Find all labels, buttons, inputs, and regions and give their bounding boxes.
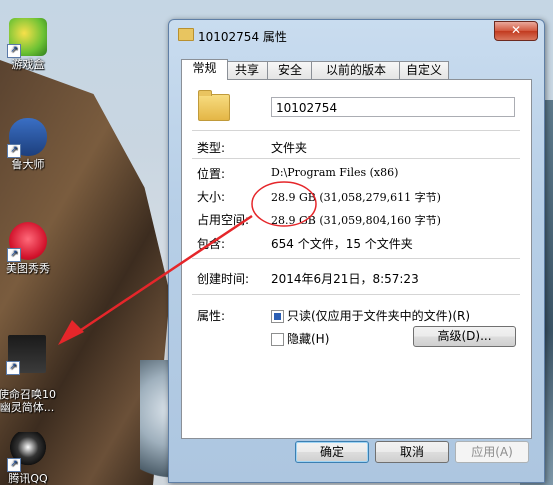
tab-general[interactable]: 常规 — [181, 59, 228, 80]
attributes-label: 属性: — [197, 309, 226, 323]
meitu-icon: ↗ — [7, 222, 47, 262]
desktop-icon-cod-ghosts[interactable]: ↗ 使命召唤10 幽灵简体... — [0, 322, 60, 427]
type-value: 文件夹 — [271, 141, 308, 155]
readonly-checkbox[interactable] — [271, 310, 284, 323]
desktop-icon-label: 鲁大师 — [11, 158, 45, 171]
contains-label: 包含: — [197, 237, 226, 251]
ok-button[interactable]: 确定 — [295, 441, 369, 463]
hidden-label[interactable]: 隐藏(H) — [287, 330, 329, 347]
desktop-icon-meitu[interactable]: ↗ 美图秀秀 — [0, 222, 58, 275]
tab-previous-versions[interactable]: 以前的版本 — [311, 61, 401, 79]
shortcut-arrow-icon: ↗ — [7, 248, 21, 262]
location-label: 位置: — [197, 167, 226, 181]
title-bar[interactable]: 10102754 属性 ✕ — [169, 20, 544, 50]
desktop-icon-qq[interactable]: ↗ 腾讯QQ — [0, 432, 58, 485]
window-title: 10102754 属性 — [198, 30, 287, 44]
divider — [192, 158, 520, 159]
apply-button[interactable]: 应用(A) — [455, 441, 529, 463]
desktop-icon-label: 使命召唤10 幽灵简体... — [0, 388, 56, 414]
tab-sharing[interactable]: 共享 — [225, 61, 269, 79]
tab-customize[interactable]: 自定义 — [399, 61, 449, 79]
divider — [192, 130, 520, 131]
readonly-label[interactable]: 只读(仅应用于文件夹中的文件)(R) — [287, 307, 470, 324]
advanced-button[interactable]: 高级(D)... — [413, 326, 516, 347]
divider — [192, 294, 520, 295]
desktop-icon-label: 游戏盒 — [11, 58, 45, 71]
size-value: 28.9 GB (31,058,279,611 字节) — [271, 191, 441, 204]
ludashi-icon: ↗ — [7, 118, 47, 158]
desktop-icon-ludashi[interactable]: ↗ 鲁大师 — [0, 118, 58, 171]
shortcut-arrow-icon: ↗ — [6, 361, 20, 375]
shortcut-arrow-icon: ↗ — [7, 44, 21, 58]
divider — [192, 258, 520, 259]
shortcut-arrow-icon: ↗ — [7, 144, 21, 158]
created-value: 2014年6月21日，8:57:23 — [271, 272, 419, 286]
size-on-disk-label: 占用空间: — [197, 213, 250, 227]
cod-ghosts-icon: ↗ — [6, 335, 46, 375]
close-button[interactable]: ✕ — [494, 21, 538, 41]
general-tab-panel: 10102754 类型: 文件夹 位置: D:\Program Files (x… — [181, 79, 532, 439]
shortcut-arrow-icon: ↗ — [7, 458, 21, 472]
qq-penguin-icon: ↗ — [7, 432, 47, 472]
hidden-checkbox[interactable] — [271, 333, 284, 346]
size-on-disk-value: 28.9 GB (31,059,804,160 字节) — [271, 214, 441, 227]
folder-large-icon — [198, 90, 230, 121]
size-label: 大小: — [197, 190, 226, 204]
game-box-icon: ↗ — [7, 18, 47, 58]
location-value: D:\Program Files (x86) — [271, 166, 399, 179]
properties-window: 10102754 属性 ✕ 常规 共享 安全 以前的版本 自定义 1010275… — [168, 19, 545, 483]
cancel-button[interactable]: 取消 — [375, 441, 449, 463]
folder-icon — [178, 28, 194, 41]
created-label: 创建时间: — [197, 272, 250, 286]
tab-security[interactable]: 安全 — [267, 61, 313, 79]
desktop-icon-game-box[interactable]: ↗ 游戏盒 — [0, 18, 58, 71]
type-label: 类型: — [197, 141, 226, 155]
desktop-icon-label: 美图秀秀 — [6, 262, 50, 275]
contains-value: 654 个文件，15 个文件夹 — [271, 237, 413, 251]
desktop-icon-label: 腾讯QQ — [8, 472, 48, 485]
folder-name-input[interactable]: 10102754 — [271, 97, 515, 117]
